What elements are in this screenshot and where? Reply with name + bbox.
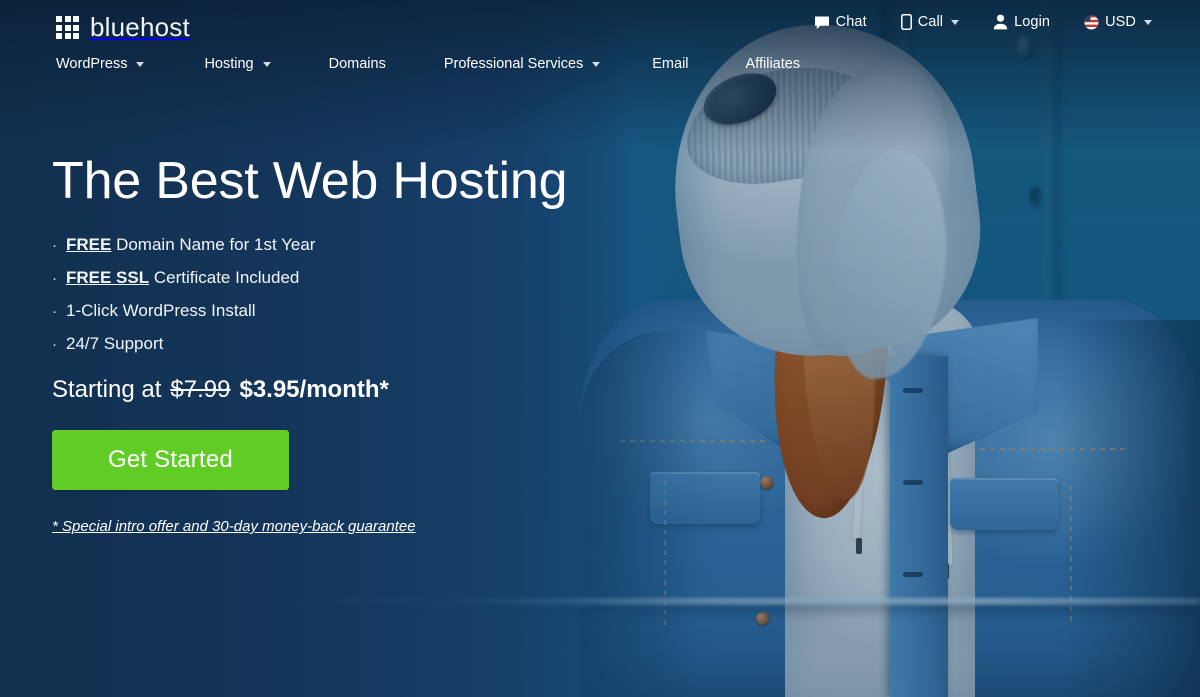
hero-banner: bluehost Chat Call Login USD WordPress H…	[0, 0, 1200, 697]
price-line: Starting at $7.99 $3.95/month*	[52, 376, 612, 404]
photo-jacket-button	[760, 476, 773, 489]
list-item: · 24/7 Support	[52, 335, 612, 352]
bullet-text: Certificate Included	[149, 268, 300, 288]
bullet-dot-icon: ·	[52, 270, 57, 288]
get-started-button[interactable]: Get Started	[52, 430, 289, 491]
photo-drawstring-tip-left	[856, 538, 862, 554]
photo-buttonhole	[903, 388, 923, 393]
utility-item-label: Login	[1014, 14, 1051, 30]
hero-feature-list: · FREE Domain Name for 1st Year · FREE S…	[52, 236, 612, 352]
nav-item-hosting[interactable]: Hosting	[204, 52, 271, 76]
list-item: · FREE SSL Certificate Included	[52, 269, 612, 286]
price-current: $3.95/month*	[239, 376, 389, 404]
chevron-down-icon	[262, 61, 271, 67]
utility-item-label: Call	[917, 14, 944, 30]
price-original: $7.99	[170, 376, 231, 404]
photo-jacket-shadow-right	[1060, 320, 1200, 697]
utility-item-label: USD	[1105, 14, 1136, 30]
bullet-dot-icon: ·	[52, 237, 57, 255]
list-item: · 1-Click WordPress Install	[52, 302, 612, 319]
grid-squares-icon	[56, 16, 79, 39]
utility-item-call[interactable]: Call	[900, 14, 960, 30]
utility-item-login[interactable]: Login	[993, 14, 1050, 30]
nav-item-label: Domains	[328, 56, 386, 72]
chevron-down-icon	[951, 19, 960, 25]
person-icon	[993, 14, 1008, 30]
nav-item-label: Affiliates	[745, 56, 801, 72]
photo-buttonhole	[903, 572, 923, 577]
photo-wall-ledge-shadow	[0, 604, 1200, 620]
utility-item-label: Chat	[835, 14, 867, 30]
bluehost-logo[interactable]: bluehost	[56, 12, 190, 43]
nav-item-label: Email	[652, 56, 689, 72]
photo-jacket-seam	[980, 448, 1130, 450]
bullet-text: 1-Click WordPress Install	[66, 301, 256, 321]
main-navigation: WordPress Hosting Domains Professional S…	[56, 52, 800, 76]
utility-item-currency[interactable]: USD	[1084, 14, 1152, 30]
bullet-emphasis: FREE	[66, 235, 112, 255]
photo-jacket-pocket-right	[950, 478, 1058, 530]
utility-bar: Chat Call Login USD	[814, 14, 1152, 30]
nav-item-affiliates[interactable]: Affiliates	[746, 52, 801, 76]
special-offer-note-link[interactable]: * Special intro offer and 30-day money-b…	[52, 518, 612, 535]
bullet-text: Domain Name for 1st Year	[111, 235, 316, 255]
chat-bubble-icon	[814, 15, 830, 30]
mobile-phone-icon	[900, 14, 912, 30]
price-prefix: Starting at	[52, 376, 162, 404]
photo-jacket-pocket-left	[650, 472, 760, 524]
chevron-down-icon	[1144, 19, 1152, 25]
photo-buttonhole	[903, 480, 923, 485]
nav-item-domains[interactable]: Domains	[329, 52, 386, 76]
page-title: The Best Web Hosting	[52, 152, 568, 210]
chevron-down-icon	[592, 61, 601, 67]
nav-item-label: WordPress	[56, 56, 128, 72]
brand-name: bluehost	[90, 12, 190, 42]
nav-item-label: Hosting	[204, 56, 254, 72]
nav-item-professional-services[interactable]: Professional Services	[443, 52, 601, 76]
photo-jacket-seam	[620, 440, 770, 442]
bullet-dot-icon: ·	[52, 303, 57, 321]
nav-item-label: Professional Services	[443, 56, 584, 72]
list-item: · FREE Domain Name for 1st Year	[52, 236, 612, 253]
nav-item-wordpress[interactable]: WordPress	[56, 52, 145, 76]
bullet-emphasis: FREE SSL	[66, 268, 150, 288]
bullet-text: 24/7 Support	[66, 334, 164, 354]
bullet-dot-icon: ·	[52, 336, 57, 354]
us-flag-circle-icon	[1084, 15, 1099, 30]
photo-jacket-placket	[890, 356, 948, 697]
hero-copy: The Best Web Hosting · FREE Domain Name …	[52, 152, 612, 535]
chevron-down-icon	[136, 61, 145, 67]
nav-item-email[interactable]: Email	[652, 52, 688, 76]
utility-item-chat[interactable]: Chat	[814, 14, 867, 30]
photo-woman-figure	[560, 0, 1200, 697]
